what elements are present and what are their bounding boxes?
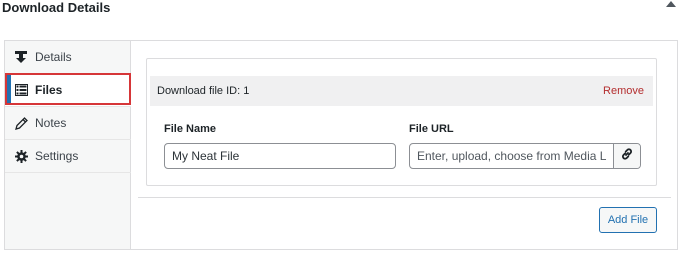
file-name-label: File Name	[164, 123, 216, 135]
download-icon	[14, 50, 28, 64]
file-card-header: Download file ID: 1 Remove	[150, 76, 653, 106]
divider	[138, 197, 671, 198]
list-icon	[14, 83, 28, 97]
files-panel: Download file ID: 1 Remove File Name Fil…	[132, 41, 677, 249]
tab-label: Settings	[35, 149, 79, 163]
download-details-metabox: Details Files Notes Settings Download fi…	[4, 40, 678, 250]
panel-title: Download Details	[2, 0, 111, 15]
tab-settings[interactable]: Settings	[5, 140, 131, 173]
tab-details[interactable]: Details	[5, 41, 131, 74]
tab-label: Notes	[35, 116, 67, 130]
gear-icon	[14, 149, 28, 163]
tab-list: Details Files Notes Settings	[5, 41, 131, 249]
add-file-button[interactable]: Add File	[599, 207, 657, 233]
file-url-input[interactable]	[410, 144, 614, 168]
tab-label: Files	[35, 83, 63, 97]
file-id: Download file ID: 1	[157, 85, 250, 97]
link-button[interactable]	[613, 144, 640, 168]
file-url-label: File URL	[409, 123, 454, 135]
active-tab-indicator	[7, 75, 11, 103]
file-url-group	[409, 143, 641, 169]
tab-notes[interactable]: Notes	[5, 107, 131, 140]
remove-link[interactable]: Remove	[603, 85, 644, 97]
tab-label: Details	[35, 50, 72, 64]
pencil-icon	[14, 116, 28, 130]
panel-header: Download Details	[0, 0, 680, 16]
file-card: Download file ID: 1 Remove File Name Fil…	[146, 58, 657, 186]
tab-files[interactable]: Files	[5, 74, 131, 107]
link-icon	[620, 147, 634, 166]
file-name-input[interactable]	[164, 143, 396, 169]
caret-up-icon[interactable]	[666, 0, 676, 8]
